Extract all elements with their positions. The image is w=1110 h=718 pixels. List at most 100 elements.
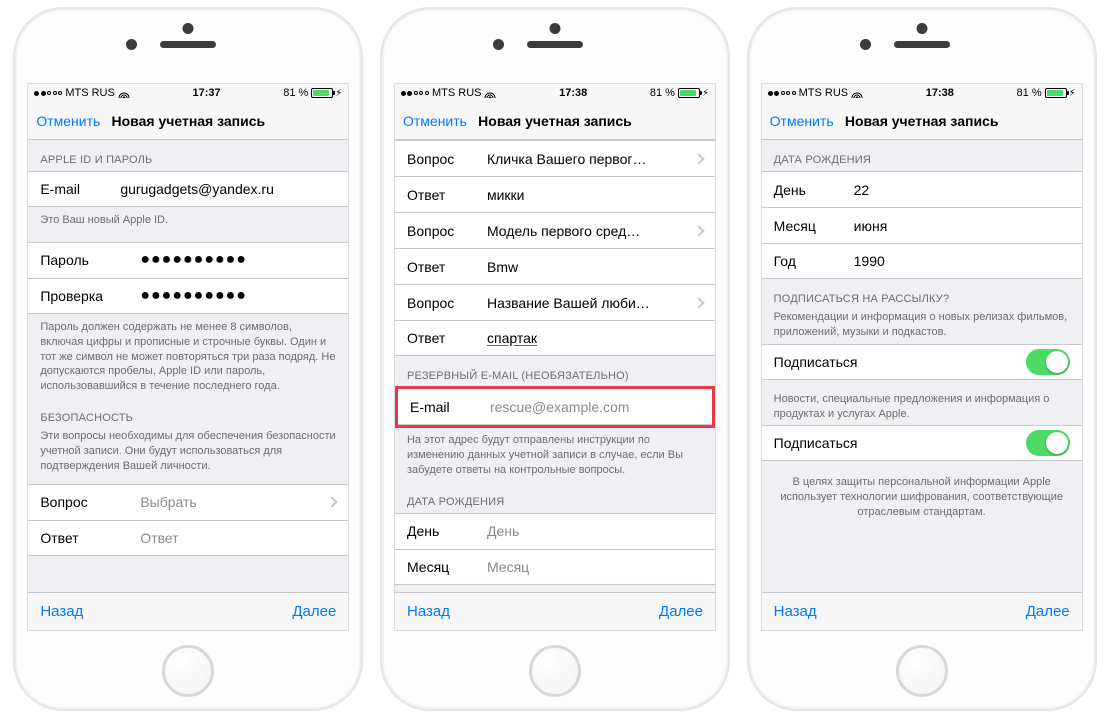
battery-icon xyxy=(678,88,700,98)
next-button[interactable]: Далее xyxy=(659,603,703,620)
answer3-row[interactable]: Ответ спартак xyxy=(395,320,715,356)
question3-value: Название Вашей люби… xyxy=(487,295,689,311)
cancel-button[interactable]: Отменить xyxy=(403,113,467,129)
answer-placeholder: Ответ xyxy=(140,530,336,546)
answer-label: Ответ xyxy=(407,187,487,203)
status-bar: MTS RUS 17:38 81 % ⚡︎ xyxy=(762,84,1082,102)
earpiece-speaker xyxy=(160,41,216,48)
verify-value: ●●●●●●●●●● xyxy=(140,288,336,304)
status-bar: MTS RUS 17:38 81 % ⚡︎ xyxy=(395,84,715,102)
battery-icon xyxy=(311,88,333,98)
month-row[interactable]: Месяц Месяц xyxy=(395,549,715,585)
subscribe2-desc: Новости, специальные предложения и инфор… xyxy=(762,380,1082,426)
content-area: ДАТА РОЖДЕНИЯ День 22 Месяц июня Год 199… xyxy=(762,140,1082,592)
month-placeholder: Месяц xyxy=(487,559,703,575)
privacy-note: В целях защиты персональной информации A… xyxy=(762,461,1082,524)
email-row[interactable]: E-mail gurugadgets@yandex.ru xyxy=(28,171,348,207)
subscribe2-label: Подписаться xyxy=(774,435,1026,451)
day-row[interactable]: День День xyxy=(395,513,715,549)
answer-label: Ответ xyxy=(407,259,487,275)
question1-row[interactable]: Вопрос Кличка Вашего первог… xyxy=(395,140,715,176)
next-button[interactable]: Далее xyxy=(1026,603,1070,620)
answer1-row[interactable]: Ответ микки xyxy=(395,176,715,212)
section-header-security: БЕЗОПАСНОСТЬ xyxy=(28,398,348,429)
section-header-dob: ДАТА РОЖДЕНИЯ xyxy=(762,140,1082,171)
home-button[interactable] xyxy=(162,645,214,697)
signal-icon xyxy=(34,91,62,96)
nav-bar: Отменить Новая учетная запись xyxy=(28,102,348,140)
cancel-button[interactable]: Отменить xyxy=(770,113,834,129)
wifi-icon xyxy=(484,89,496,98)
password-value: ●●●●●●●●●● xyxy=(140,252,336,268)
answer2-value: Bmw xyxy=(487,259,703,275)
question-label: Вопрос xyxy=(407,151,487,167)
question-row[interactable]: Вопрос Выбрать xyxy=(28,484,348,520)
month-value: июня xyxy=(854,218,1070,234)
rescue-email-highlight: E-mail rescue@example.com xyxy=(395,386,715,428)
security-footer: Эти вопросы необходимы для обеспечения б… xyxy=(28,429,348,478)
next-button[interactable]: Далее xyxy=(292,603,336,620)
clock: 17:38 xyxy=(559,87,587,99)
battery-percent: 81 % xyxy=(650,87,675,99)
battery-icon xyxy=(1045,88,1067,98)
proximity-sensor xyxy=(549,23,560,34)
question1-value: Кличка Вашего первог… xyxy=(487,151,689,167)
status-bar: MTS RUS 17:37 81 % ⚡︎ xyxy=(28,84,348,102)
answer-label: Ответ xyxy=(40,530,140,546)
battery-percent: 81 % xyxy=(1017,87,1042,99)
verify-row[interactable]: Проверка ●●●●●●●●●● xyxy=(28,278,348,314)
home-button[interactable] xyxy=(529,645,581,697)
month-label: Месяц xyxy=(774,218,854,234)
verify-label: Проверка xyxy=(40,288,140,304)
wifi-icon xyxy=(118,89,130,98)
rescue-email-row[interactable]: E-mail rescue@example.com xyxy=(398,389,712,425)
month-label: Месяц xyxy=(407,559,487,575)
wifi-icon xyxy=(851,89,863,98)
rescue-footer: На этот адрес будут отправлены инструкци… xyxy=(395,427,715,482)
section-header-rescue: РЕЗЕРВНЫЙ E-MAIL (НЕОБЯЗАТЕЛЬНО) xyxy=(395,356,715,387)
toolbar: Назад Далее xyxy=(395,592,715,630)
front-camera xyxy=(126,39,137,50)
subscribe1-desc: Рекомендации и информация о новых релиза… xyxy=(762,310,1082,344)
subscribe1-row: Подписаться xyxy=(762,344,1082,380)
answer2-row[interactable]: Ответ Bmw xyxy=(395,248,715,284)
year-row[interactable]: Год 1990 xyxy=(762,243,1082,279)
day-row[interactable]: День 22 xyxy=(762,171,1082,207)
section-header-appleid: APPLE ID И ПАРОЛЬ xyxy=(28,140,348,171)
back-button[interactable]: Назад xyxy=(407,603,450,620)
back-button[interactable]: Назад xyxy=(774,603,817,620)
day-label: День xyxy=(407,523,487,539)
front-camera xyxy=(493,39,504,50)
chevron-right-icon xyxy=(693,153,704,164)
day-placeholder: День xyxy=(487,523,703,539)
screen-3: MTS RUS 17:38 81 % ⚡︎ Отменить Новая уче… xyxy=(761,83,1083,631)
subscribe2-row: Подписаться xyxy=(762,425,1082,461)
email-value: gurugadgets@yandex.ru xyxy=(120,181,336,197)
answer1-value: микки xyxy=(487,187,703,203)
month-row[interactable]: Месяц июня xyxy=(762,207,1082,243)
question2-row[interactable]: Вопрос Модель первого сред… xyxy=(395,212,715,248)
signal-icon xyxy=(401,91,429,96)
phone-3: MTS RUS 17:38 81 % ⚡︎ Отменить Новая уче… xyxy=(749,9,1095,709)
question3-row[interactable]: Вопрос Название Вашей люби… xyxy=(395,284,715,320)
toolbar: Назад Далее xyxy=(28,592,348,630)
home-button[interactable] xyxy=(896,645,948,697)
screen-2: MTS RUS 17:38 81 % ⚡︎ Отменить Новая уче… xyxy=(394,83,716,631)
phone-2: MTS RUS 17:38 81 % ⚡︎ Отменить Новая уче… xyxy=(382,9,728,709)
section-header-dob: ДАТА РОЖДЕНИЯ xyxy=(395,482,715,513)
signal-icon xyxy=(768,91,796,96)
back-button[interactable]: Назад xyxy=(40,603,83,620)
clock: 17:37 xyxy=(192,87,220,99)
charging-icon: ⚡︎ xyxy=(1069,88,1076,99)
chevron-right-icon xyxy=(327,496,338,507)
subscribe1-toggle[interactable] xyxy=(1026,349,1070,375)
charging-icon: ⚡︎ xyxy=(702,88,709,99)
answer-row[interactable]: Ответ Ответ xyxy=(28,520,348,556)
carrier-label: MTS RUS xyxy=(799,87,849,99)
carrier-label: MTS RUS xyxy=(432,87,482,99)
appleid-footer: Это Ваш новый Apple ID. xyxy=(28,207,348,232)
subscribe2-toggle[interactable] xyxy=(1026,430,1070,456)
proximity-sensor xyxy=(916,23,927,34)
password-row[interactable]: Пароль ●●●●●●●●●● xyxy=(28,242,348,278)
cancel-button[interactable]: Отменить xyxy=(36,113,100,129)
